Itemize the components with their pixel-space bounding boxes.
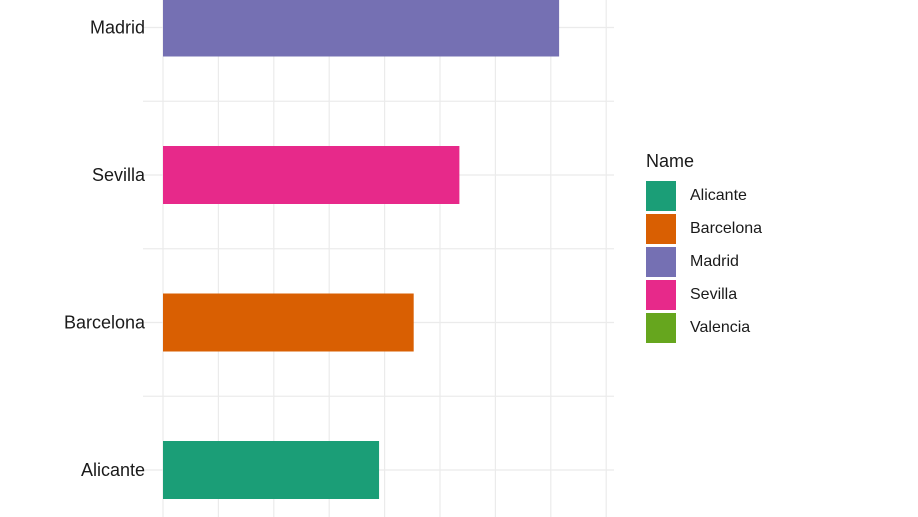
legend-label: Sevilla <box>690 285 738 303</box>
legend-label: Barcelona <box>690 219 763 237</box>
grid <box>143 0 614 517</box>
legend-swatch <box>646 213 676 244</box>
legend-item: Sevilla <box>646 278 762 311</box>
legend: Name Alicante Barcelona Madrid Sevilla Valen… <box>646 151 762 344</box>
bar-chart: AlicanteBarcelonaSevillaMadridValencia <box>64 0 614 517</box>
legend-item: Madrid <box>646 245 762 278</box>
legend-items: Alicante Barcelona Madrid Sevilla Valencia <box>646 179 762 344</box>
legend-swatch <box>646 246 676 277</box>
bars <box>163 0 560 499</box>
bar-alicante <box>163 441 380 499</box>
legend-title: Name <box>646 151 695 171</box>
category-label-madrid: Madrid <box>90 18 145 38</box>
category-label-barcelona: Barcelona <box>64 313 146 333</box>
legend-item: Valencia <box>646 311 762 344</box>
legend-swatch <box>646 312 676 343</box>
category-labels: AlicanteBarcelonaSevillaMadridValencia <box>64 18 146 481</box>
legend-label: Alicante <box>690 186 747 204</box>
legend-label: Valencia <box>690 318 751 336</box>
bar-sevilla <box>163 146 460 204</box>
category-label-sevilla: Sevilla <box>92 165 146 185</box>
category-label-alicante: Alicante <box>81 460 145 480</box>
legend-item: Barcelona <box>646 212 762 245</box>
bar-madrid <box>163 0 560 57</box>
legend-swatch <box>646 180 676 211</box>
legend-swatch <box>646 279 676 310</box>
bar-barcelona <box>163 293 414 352</box>
legend-label: Madrid <box>690 252 739 270</box>
legend-item: Alicante <box>646 179 762 212</box>
